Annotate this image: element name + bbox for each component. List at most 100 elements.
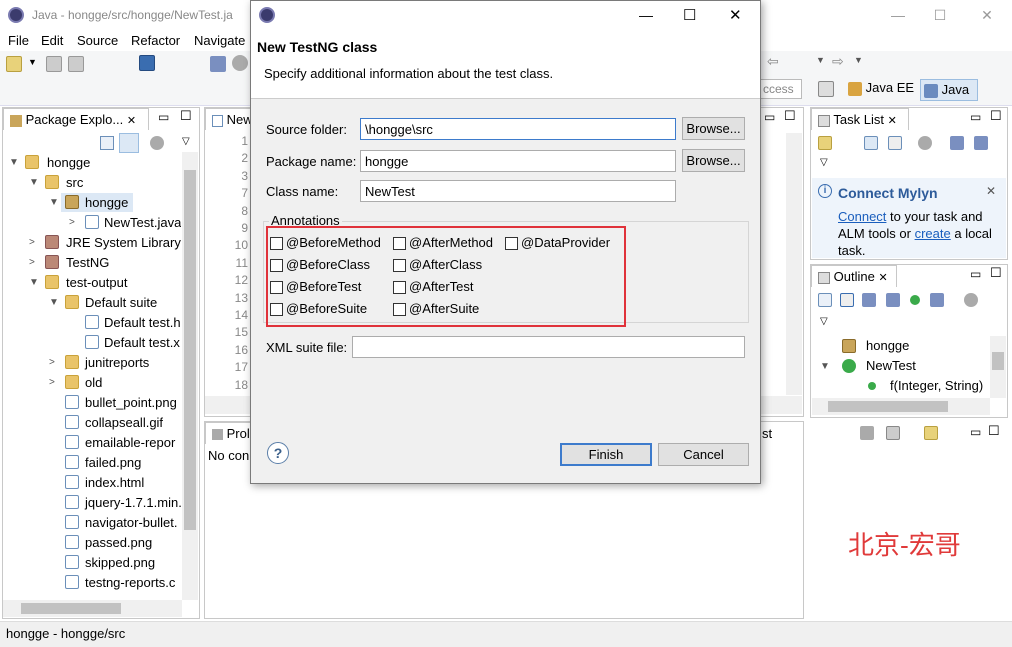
- terminal-icon[interactable]: [139, 55, 155, 71]
- close-icon[interactable]: ✕: [729, 6, 742, 24]
- before-class-checkbox[interactable]: [270, 259, 283, 272]
- data-provider-label[interactable]: @DataProvider: [521, 235, 610, 250]
- close-icon[interactable]: ✕: [986, 184, 996, 198]
- help-icon[interactable]: ?: [267, 442, 289, 464]
- maximize-icon[interactable]: ☐: [988, 423, 1000, 439]
- before-method-checkbox[interactable]: [270, 237, 283, 250]
- tab-problems[interactable]: Prol: [205, 422, 251, 444]
- tree-item[interactable]: TestNG: [66, 255, 109, 270]
- after-suite-checkbox[interactable]: [393, 303, 406, 316]
- tree-item[interactable]: index.html: [85, 475, 144, 490]
- link-editor-icon[interactable]: [119, 133, 139, 153]
- tree-item[interactable]: hongge: [47, 155, 90, 170]
- tree-item[interactable]: test-output: [66, 275, 127, 290]
- chevron-down-icon[interactable]: ▼: [816, 55, 825, 65]
- after-test-checkbox[interactable]: [393, 281, 406, 294]
- tree-item[interactable]: testng-reports.c: [85, 575, 175, 590]
- tree-item[interactable]: passed.png: [85, 535, 152, 550]
- after-class-label[interactable]: @AfterClass: [409, 257, 482, 272]
- package-name-input[interactable]: hongge: [360, 150, 676, 172]
- pin-icon[interactable]: [860, 426, 874, 440]
- minimize-icon[interactable]: —: [639, 7, 653, 23]
- focus-icon[interactable]: [974, 136, 988, 150]
- after-test-label[interactable]: @AfterTest: [409, 279, 474, 294]
- maximize-icon[interactable]: ☐: [990, 108, 1002, 124]
- class-name-input[interactable]: NewTest: [360, 180, 676, 202]
- menu-source[interactable]: Source: [77, 33, 118, 48]
- settings-icon[interactable]: [232, 55, 248, 71]
- hide-local-icon[interactable]: [930, 293, 944, 307]
- categorized-icon[interactable]: [864, 136, 878, 150]
- maximize-icon[interactable]: ☐: [180, 108, 192, 124]
- tree-item[interactable]: navigator-bullet.: [85, 515, 178, 530]
- tree-item[interactable]: old: [85, 375, 102, 390]
- tab-package-explorer[interactable]: Package Explo... ✕: [3, 108, 149, 130]
- cancel-button[interactable]: Cancel: [658, 443, 749, 466]
- tree-item[interactable]: emailable-repor: [85, 435, 175, 450]
- pin-icon[interactable]: [210, 56, 226, 72]
- save-icon[interactable]: [46, 56, 62, 72]
- outline-item[interactable]: NewTest: [866, 358, 916, 373]
- create-link[interactable]: create: [915, 226, 951, 241]
- connect-link[interactable]: Connect: [838, 209, 886, 224]
- tab-other[interactable]: st: [762, 426, 772, 441]
- before-class-label[interactable]: @BeforeClass: [286, 257, 370, 272]
- open-console-icon[interactable]: [924, 426, 938, 440]
- menu-navigate[interactable]: Navigate: [194, 33, 245, 48]
- minimize-icon[interactable]: ▭: [970, 267, 981, 281]
- tree-item[interactable]: Default test.x: [104, 335, 180, 350]
- chevron-down-icon[interactable]: ▼: [28, 57, 37, 67]
- tab-task-list[interactable]: Task List ✕: [811, 108, 909, 130]
- hide-fields-icon[interactable]: [862, 293, 876, 307]
- chevron-down-icon[interactable]: ▼: [854, 55, 863, 65]
- editor-vertical-scrollbar[interactable]: [786, 133, 802, 395]
- source-folder-browse-button[interactable]: Browse...: [682, 117, 745, 140]
- scrollbar-thumb[interactable]: [992, 352, 1004, 370]
- close-icon[interactable]: ✕: [977, 6, 997, 24]
- menu-refactor[interactable]: Refactor: [131, 33, 180, 48]
- new-icon[interactable]: [6, 56, 22, 72]
- console-icon[interactable]: [886, 426, 900, 440]
- view-menu-icon[interactable]: ▽: [820, 316, 828, 327]
- outline-horizontal-scrollbar[interactable]: [812, 398, 990, 415]
- minimize-icon[interactable]: —: [888, 6, 908, 24]
- minimize-icon[interactable]: ▭: [158, 110, 169, 124]
- tab-outline[interactable]: Outline ✕: [811, 265, 897, 287]
- focus-icon[interactable]: [964, 293, 978, 307]
- close-icon[interactable]: ✕: [878, 272, 887, 284]
- tree-item[interactable]: Default test.h: [104, 315, 181, 330]
- after-method-label[interactable]: @AfterMethod: [409, 235, 493, 250]
- horizontal-scrollbar[interactable]: [3, 600, 182, 617]
- tree-item[interactable]: skipped.png: [85, 555, 155, 570]
- before-test-checkbox[interactable]: [270, 281, 283, 294]
- close-icon[interactable]: ✕: [127, 115, 136, 127]
- tree-item[interactable]: NewTest.java: [104, 215, 181, 230]
- tree-item[interactable]: jquery-1.7.1.min.: [85, 495, 181, 510]
- before-method-label[interactable]: @BeforeMethod: [286, 235, 381, 250]
- hide-static-icon[interactable]: [886, 293, 900, 307]
- outline-item[interactable]: hongge: [866, 338, 909, 353]
- hide-icon[interactable]: [950, 136, 964, 150]
- tree-item[interactable]: src: [66, 175, 83, 190]
- perspective-java-ee[interactable]: Java EE: [848, 80, 914, 96]
- menu-file[interactable]: File: [8, 33, 29, 48]
- collapse-icon[interactable]: [818, 293, 832, 307]
- after-suite-label[interactable]: @AfterSuite: [409, 301, 479, 316]
- xml-suite-input[interactable]: [352, 336, 745, 358]
- maximize-icon[interactable]: ☐: [784, 108, 796, 124]
- minimize-icon[interactable]: ▭: [764, 110, 775, 124]
- maximize-icon[interactable]: ☐: [930, 6, 950, 24]
- finish-button[interactable]: Finish: [560, 443, 652, 466]
- data-provider-checkbox[interactable]: [505, 237, 518, 250]
- quick-access-input[interactable]: ccess: [760, 79, 802, 99]
- close-icon[interactable]: ✕: [888, 115, 897, 127]
- tab-editor[interactable]: New: [205, 108, 255, 130]
- hide-nonpublic-icon[interactable]: [910, 295, 920, 305]
- maximize-icon[interactable]: ☐: [683, 6, 696, 24]
- scheduled-icon[interactable]: [888, 136, 902, 150]
- forward-icon[interactable]: ⇨: [832, 53, 844, 70]
- before-suite-label[interactable]: @BeforeSuite: [286, 301, 367, 316]
- outline-item[interactable]: f(Integer, String): [890, 378, 983, 393]
- tree-item[interactable]: JRE System Library: [66, 235, 181, 250]
- minimize-icon[interactable]: ▭: [970, 425, 981, 439]
